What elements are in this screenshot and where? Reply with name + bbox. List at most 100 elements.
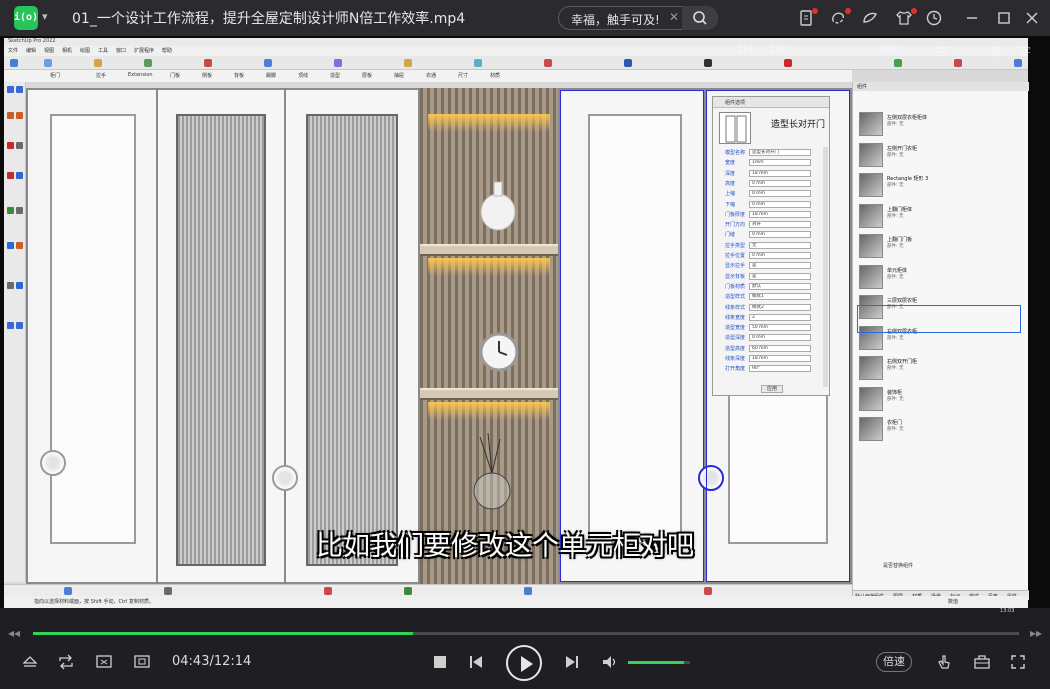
dialog-field-input[interactable]: 2: [749, 313, 811, 321]
eject-icon[interactable]: [20, 652, 40, 672]
dialog-field-input[interactable]: 对开: [749, 221, 811, 229]
previous-icon[interactable]: [466, 652, 486, 672]
stop-icon[interactable]: [430, 652, 450, 672]
dialog-field-label: 宽度: [725, 160, 736, 167]
component-list-item[interactable]: Rectangle 矩形 3 部件: 无: [859, 173, 1021, 199]
dialog-field-row: 线条宽度 2: [725, 313, 821, 322]
next-icon[interactable]: [562, 652, 582, 672]
component-list-item[interactable]: 上翻门门板 部件: 无: [859, 234, 1021, 260]
dialog-field-input[interactable]: 无: [749, 241, 811, 249]
rewind-icon[interactable]: ◂◂: [8, 626, 20, 640]
search-button[interactable]: [682, 6, 718, 30]
dialog-field-input[interactable]: 0 mm: [749, 252, 811, 259]
dialog-field-input[interactable]: 90°: [749, 365, 811, 373]
screenshot-icon[interactable]: [132, 652, 152, 672]
component-list-item[interactable]: 左侧开门衣柜 部件: 无: [859, 142, 1021, 169]
selected-door[interactable]: [558, 88, 706, 584]
dialog-field-input[interactable]: 0 mm: [749, 200, 811, 208]
dialog-field-input[interactable]: 1mm: [749, 159, 811, 167]
sketchup-bottom-toolbar: [4, 584, 852, 596]
gesture-icon[interactable]: [934, 652, 954, 672]
dialog-field-input[interactable]: 0 mm: [749, 179, 811, 187]
overlay-audio[interactable]: 音: [990, 43, 1001, 59]
video-title: 01_一个设计工作流程，提升全屋定制设计师N倍工作效率.mp4: [72, 11, 466, 27]
plugin-button: 门板: [170, 73, 181, 79]
dialog-field-input[interactable]: 0 mm: [749, 231, 811, 239]
page-indicator: 1/4: [736, 43, 754, 56]
glass-door: [156, 88, 286, 584]
apply-button[interactable]: 应用: [761, 385, 783, 393]
forward-icon[interactable]: ▸▸: [1030, 626, 1042, 640]
dialog-field-input[interactable]: 样式2: [749, 303, 811, 311]
component-list-item[interactable]: 衣柜门 部件: 无: [859, 417, 1021, 443]
tool-icon: [64, 587, 72, 595]
volume-slider[interactable]: [628, 661, 690, 664]
dialog-field-input[interactable]: 0 mm: [749, 190, 811, 198]
toolbox-icon[interactable]: [972, 652, 992, 672]
maximize-icon[interactable]: [994, 8, 1014, 28]
skin-icon[interactable]: [860, 8, 880, 28]
component-list-item[interactable]: 装饰柜 部件: 无: [859, 386, 1021, 413]
dialog-field-input[interactable]: 样式1: [749, 293, 811, 301]
tool-icon: [16, 142, 23, 149]
tool-icon: [544, 59, 552, 67]
component-list-item[interactable]: 左侧双层衣柜柜体 部件: 无: [859, 112, 1021, 138]
dialog-title: 组件选项: [725, 100, 746, 106]
menu-item: 窗口: [116, 48, 127, 54]
dialog-field-row: 门板材质 默认: [725, 282, 821, 291]
iqiyi-logo-icon[interactable]: i(o): [14, 6, 38, 30]
progress-bar[interactable]: [33, 632, 1019, 635]
dialog-field-row: 宽度 1mm: [725, 159, 821, 167]
plugin-button: 层板: [362, 73, 373, 79]
dialog-field-input[interactable]: 50 mm: [749, 324, 811, 332]
dialog-field-input[interactable]: 18 mm: [749, 169, 811, 177]
minimize-icon[interactable]: [962, 8, 982, 28]
menu-item: 视图: [44, 48, 55, 54]
volume-icon[interactable]: [600, 652, 620, 672]
dialog-field-label: 造型深度: [725, 335, 746, 342]
component-list-item[interactable]: 右侧双开门柜 部件: 无: [859, 356, 1021, 382]
close-window-icon[interactable]: [1022, 8, 1042, 28]
dialog-field-input[interactable]: 是: [749, 262, 811, 270]
clock-icon[interactable]: [924, 8, 944, 28]
glass-panel: [176, 114, 266, 566]
dialog-field-input[interactable]: 18 mm: [749, 355, 811, 362]
open-shelf-unit: [420, 88, 558, 584]
component-options-dialog[interactable]: 组件选项 造型长对开门 模型名称 造型长对开门 宽度 1mm 深度 18 mm 高度 0 mm…: [712, 96, 830, 396]
dialog-field-input[interactable]: 造型长对开门: [749, 149, 811, 156]
dialog-field-label: 显示拉手: [725, 263, 746, 270]
dialog-field-input[interactable]: 60 mm: [749, 344, 811, 352]
speed-button[interactable]: 倍速: [876, 652, 912, 672]
play-icon: [521, 656, 533, 672]
selected-component-outline: [857, 305, 1021, 333]
dialog-field-input[interactable]: 是: [749, 272, 811, 280]
tool-icon: [7, 112, 14, 119]
picture-in-picture-icon[interactable]: [94, 652, 114, 672]
fullscreen-icon[interactable]: [1008, 652, 1028, 672]
plugin-button: 抽屉: [394, 73, 405, 79]
tool-icon: [954, 59, 962, 67]
dialog-field-input[interactable]: 默认: [749, 282, 811, 290]
gif-button[interactable]: GIF: [880, 43, 898, 56]
overlay-control[interactable]: 控: [936, 43, 947, 59]
plugin-button: 尺寸: [458, 73, 469, 79]
dialog-field-input[interactable]: 0 mm: [749, 334, 811, 342]
component-list-item[interactable]: 上翻门柜体 部件: 无: [859, 203, 1021, 230]
video-frame[interactable]: SketchUp Pro 2022 文件 编辑 视图 相机 绘图 工具 窗口 扩…: [0, 36, 1050, 621]
replace-checkbox-label[interactable]: 是否替换组件: [883, 562, 913, 569]
sketchup-menubar: 文件 编辑 视图 相机 绘图 工具 窗口 扩展程序 帮助: [4, 46, 1028, 56]
dialog-field-label: 线条样式: [725, 304, 746, 311]
dialog-field-input[interactable]: 18 mm: [749, 210, 811, 218]
player-controls: ◂◂ ▸▸ 04:43/12:14 倍速: [0, 621, 1050, 689]
shelf-light: [428, 402, 550, 420]
shelf: [420, 244, 558, 256]
search-text[interactable]: 幸福，触手可及!: [571, 11, 660, 28]
dialog-scrollbar[interactable]: [823, 147, 828, 387]
loop-icon[interactable]: [56, 652, 76, 672]
chevron-down-icon[interactable]: ▾: [42, 10, 56, 24]
components-tray[interactable]: 组件 左侧双层衣柜柜体 部件: 无左侧开门衣柜 部件: 无 Rectangle 矩形 …: [852, 82, 1029, 602]
play-button[interactable]: [506, 645, 542, 681]
close-icon[interactable]: ✕: [669, 10, 679, 24]
component-list-item[interactable]: 单元柜体 部件: 无: [859, 264, 1021, 291]
overlay-subtitle[interactable]: 字: [1020, 43, 1031, 59]
